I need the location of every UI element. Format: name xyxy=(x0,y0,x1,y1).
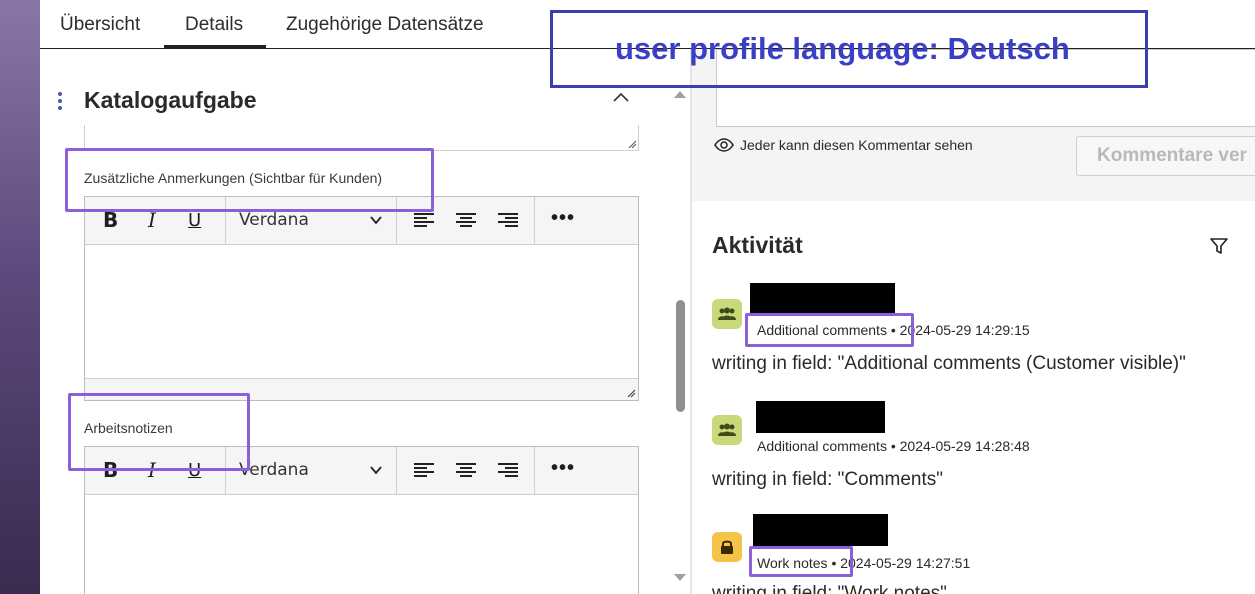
entry-separator: • xyxy=(890,438,896,454)
eye-icon xyxy=(714,138,734,152)
entry-type: Additional comments xyxy=(757,438,887,454)
resize-grip-icon[interactable] xyxy=(626,388,636,398)
redacted-user-name xyxy=(753,514,888,546)
details-form-panel: Katalogaufgabe Zusätzliche Anmerkungen (… xyxy=(40,49,690,594)
align-right-icon[interactable] xyxy=(498,462,518,478)
activity-entry-meta: Additional comments • 2024-05-29 14:28:4… xyxy=(757,438,1030,454)
work-notes-input[interactable] xyxy=(85,495,638,594)
chevron-up-icon[interactable] xyxy=(612,89,630,107)
additional-comments-input[interactable] xyxy=(85,245,638,378)
tab-related-records[interactable]: Zugehörige Datensätze xyxy=(286,14,484,36)
highlight-additional-comments-label xyxy=(65,148,434,212)
highlight-additional-comments-type xyxy=(745,313,914,347)
entry-timestamp: 2024-05-29 14:28:48 xyxy=(899,438,1030,454)
align-left-icon[interactable] xyxy=(414,462,434,478)
additional-comments-editor: B I U Verdana ••• xyxy=(84,196,639,401)
more-options-button[interactable]: ••• xyxy=(551,457,575,480)
entry-timestamp: 2024-05-29 14:27:51 xyxy=(840,555,971,571)
scroll-up-arrow-icon[interactable] xyxy=(673,89,687,99)
align-center-icon[interactable] xyxy=(456,462,476,478)
align-center-icon[interactable] xyxy=(456,212,476,228)
banner-text: user profile language: Deutsch xyxy=(615,31,1070,66)
chevron-down-icon[interactable] xyxy=(369,213,383,227)
group-icon xyxy=(712,299,742,329)
toolbar-divider xyxy=(396,447,397,494)
resize-grip-icon[interactable] xyxy=(627,139,637,149)
toolbar-divider xyxy=(534,447,535,494)
app-left-rail xyxy=(0,0,40,594)
font-family-select[interactable]: Verdana xyxy=(239,210,387,230)
filter-icon[interactable] xyxy=(1209,236,1229,256)
activity-entry-text: writing in field: "Additional comments (… xyxy=(712,353,1186,374)
scroll-down-arrow-icon[interactable] xyxy=(673,573,687,583)
section-title: Katalogaufgabe xyxy=(84,87,257,113)
align-right-icon[interactable] xyxy=(498,212,518,228)
activity-entry-text: writing in field: "Work notes" xyxy=(712,583,947,594)
more-options-button[interactable]: ••• xyxy=(551,207,575,230)
highlight-work-notes-type xyxy=(749,546,853,577)
post-comment-button[interactable]: Kommentare ver xyxy=(1076,136,1255,176)
annotation-banner: user profile language: Deutsch xyxy=(550,10,1148,88)
redacted-user-name xyxy=(756,401,885,433)
group-icon xyxy=(712,415,742,445)
active-tab-indicator xyxy=(164,45,266,48)
visibility-text: Jeder kann diesen Kommentar sehen xyxy=(740,137,973,153)
scrollbar-thumb[interactable] xyxy=(676,300,685,412)
align-left-icon[interactable] xyxy=(414,212,434,228)
redacted-user-name xyxy=(750,283,895,315)
toolbar-divider xyxy=(534,197,535,244)
font-family-select[interactable]: Verdana xyxy=(239,460,387,480)
activity-title: Aktivität xyxy=(712,232,803,258)
tab-uebersicht[interactable]: Übersicht xyxy=(60,14,140,36)
entry-timestamp: 2024-05-29 14:29:15 xyxy=(899,322,1030,338)
activity-entry-text: writing in field: "Comments" xyxy=(712,469,944,490)
lock-icon xyxy=(712,532,742,562)
visibility-note: Jeder kann diesen Kommentar sehen xyxy=(714,137,973,153)
tab-details[interactable]: Details xyxy=(185,14,243,36)
drag-handle-icon[interactable] xyxy=(58,92,64,110)
highlight-work-notes-label xyxy=(68,393,250,471)
chevron-down-icon[interactable] xyxy=(369,463,383,477)
